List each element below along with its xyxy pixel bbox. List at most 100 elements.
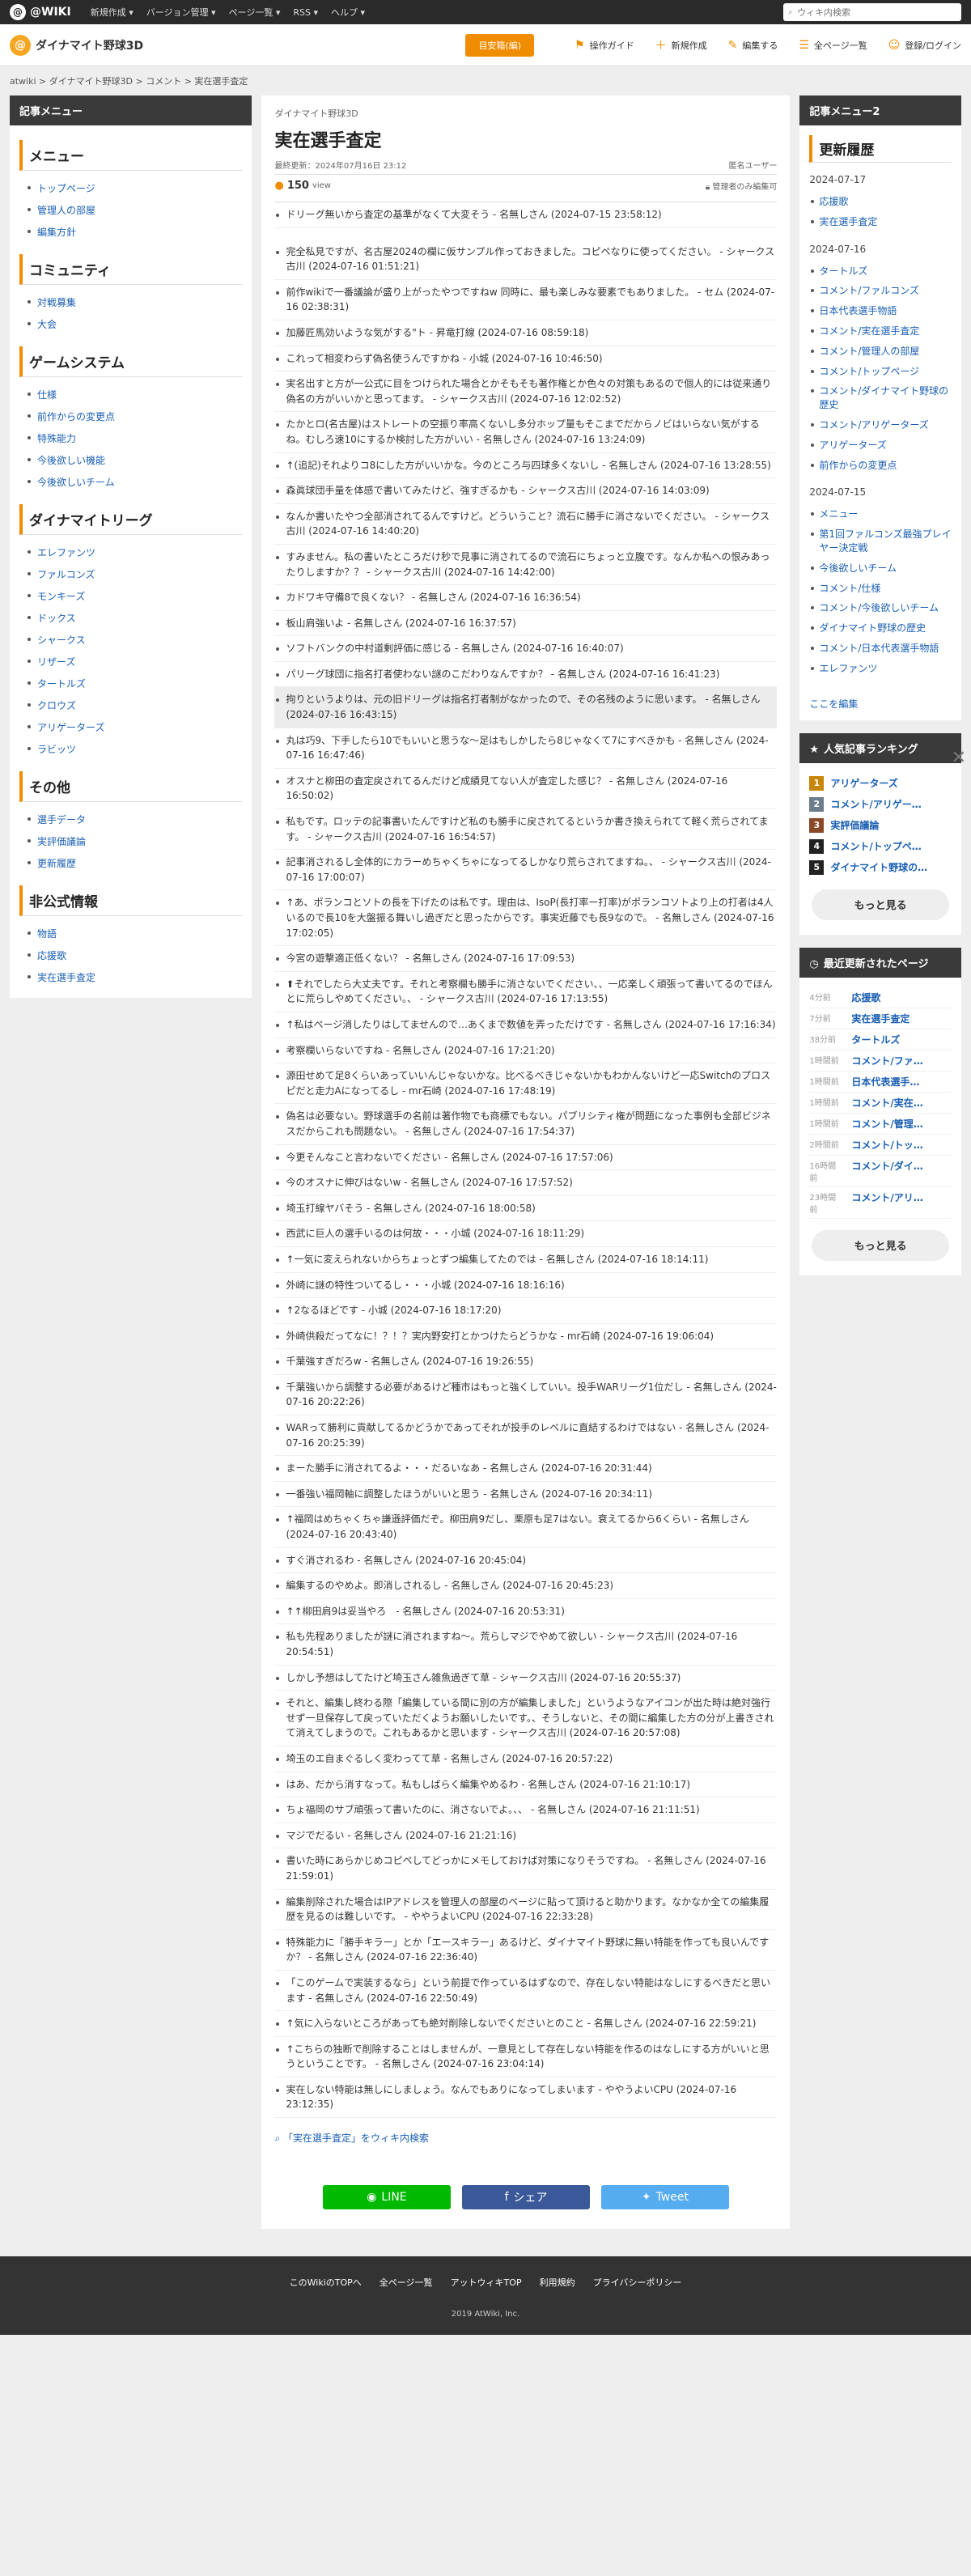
- footer-link[interactable]: アットウィキTOP: [451, 2276, 522, 2289]
- ranking-link[interactable]: ダイナマイト野球の…: [830, 860, 927, 874]
- menu-link[interactable]: シャークス: [37, 634, 86, 646]
- breadcrumb[interactable]: atwiki > ダイナマイト野球3D > コメント > 実在選手査定: [0, 66, 971, 95]
- menu-link[interactable]: 実在選手査定: [37, 972, 95, 983]
- recent-page-link[interactable]: コメント/管理…: [851, 1117, 922, 1131]
- history-link[interactable]: コメント/ダイナマイト野球の歴史: [819, 385, 948, 410]
- recent-item[interactable]: 23時間前 コメント/アリ…: [809, 1187, 952, 1219]
- recent-more-button[interactable]: もっと見る: [812, 1229, 950, 1261]
- recent-page-link[interactable]: 応援歌: [851, 991, 880, 1004]
- tweet-button[interactable]: ✦ Tweet: [600, 2185, 729, 2210]
- ranking-link[interactable]: コメント/トップペ…: [830, 839, 921, 853]
- recent-item[interactable]: 1時間前 コメント/管理…: [809, 1114, 952, 1135]
- atwiki-logo[interactable]: @ @WIKI: [10, 4, 71, 20]
- history-link[interactable]: 日本代表選手物語: [819, 305, 897, 316]
- ranking-item[interactable]: 5 ダイナマイト野球の…: [809, 857, 952, 878]
- history-link[interactable]: コメント/ファルコンズ: [819, 285, 919, 296]
- menu-link[interactable]: トップページ: [37, 183, 95, 194]
- menu-link[interactable]: ファルコンズ: [37, 569, 95, 580]
- recent-item[interactable]: 38分前 タートルズ: [809, 1029, 952, 1050]
- history-link[interactable]: コメント/日本代表選手物語: [819, 643, 939, 654]
- history-link[interactable]: アリゲーターズ: [819, 439, 886, 451]
- menu-link[interactable]: モンキーズ: [37, 591, 85, 602]
- history-link[interactable]: メニュー: [819, 508, 858, 520]
- recent-page-link[interactable]: コメント/ファ…: [851, 1054, 922, 1067]
- recent-page-link[interactable]: コメント/実在…: [851, 1096, 922, 1110]
- footer-link[interactable]: プライバシーポリシー: [593, 2276, 682, 2289]
- menu-link[interactable]: 対戦募集: [37, 297, 76, 308]
- menu-link[interactable]: 前作からの変更点: [37, 411, 115, 422]
- ranking-link[interactable]: アリゲーターズ: [830, 776, 897, 790]
- history-link[interactable]: ダイナマイト野球の歴史: [819, 622, 926, 634]
- ranking-link[interactable]: 実評価議論: [830, 818, 879, 832]
- ranking-more-button[interactable]: もっと見る: [812, 889, 950, 920]
- history-link[interactable]: コメント/アリゲーターズ: [819, 419, 928, 431]
- history-link[interactable]: コメント/トップページ: [819, 366, 919, 377]
- menu-link[interactable]: アリゲーターズ: [37, 722, 104, 733]
- recent-item[interactable]: 1時間前 日本代表選手…: [809, 1072, 952, 1093]
- menu-link[interactable]: ラビッツ: [37, 744, 76, 755]
- history-link[interactable]: 今後欲しいチーム: [819, 562, 897, 574]
- footer-link[interactable]: 全ページ一覧: [379, 2276, 433, 2289]
- recent-page-link[interactable]: コメント/トッ…: [851, 1138, 922, 1152]
- login-button[interactable]: ☺ 登録/ログイン: [888, 39, 961, 52]
- menu-link[interactable]: タートルズ: [37, 678, 86, 690]
- history-link[interactable]: コメント/仕様: [819, 583, 880, 594]
- menu-link[interactable]: 管理人の部屋: [37, 205, 95, 216]
- all-pages-button[interactable]: ☰ 全ページ一覧: [799, 39, 867, 52]
- footer-link[interactable]: 利用規約: [540, 2276, 575, 2289]
- recent-item[interactable]: 7分前 実在選手査定: [809, 1008, 952, 1029]
- recent-item[interactable]: 1時間前 コメント/ファ…: [809, 1050, 952, 1072]
- topnav-version[interactable]: バージョン管理 ▾: [146, 6, 216, 19]
- topnav-pages[interactable]: ページ一覧 ▾: [229, 6, 281, 19]
- edit-button[interactable]: ✎ 編集する: [728, 39, 778, 52]
- menu-link[interactable]: 選手データ: [37, 814, 86, 825]
- recent-page-link[interactable]: コメント/アリ…: [851, 1190, 922, 1215]
- new-page-button[interactable]: ＋新規作成: [655, 37, 707, 53]
- ranking-item[interactable]: 3 実評価議論: [809, 815, 952, 836]
- wiki-search-link[interactable]: ⌕ 「実在選手査定」をウィキ内検索: [274, 2131, 777, 2145]
- recent-page-link[interactable]: 実在選手査定: [851, 1012, 910, 1025]
- menu-link[interactable]: 物語: [37, 928, 57, 940]
- menu-link[interactable]: リザーズ: [37, 656, 75, 668]
- topnav-rss[interactable]: RSS ▾: [293, 7, 318, 18]
- search-input[interactable]: [797, 6, 943, 18]
- recent-item[interactable]: 4分前 応援歌: [809, 987, 952, 1008]
- recent-page-link[interactable]: コメント/ダイ…: [851, 1159, 922, 1183]
- ranking-item[interactable]: 4 コメント/トップペ…: [809, 836, 952, 857]
- menu-link[interactable]: 仕様: [37, 389, 57, 401]
- close-icon[interactable]: ✕: [952, 748, 966, 768]
- edit-here-link[interactable]: ここを編集: [809, 698, 858, 710]
- history-link[interactable]: タートルズ: [819, 265, 867, 277]
- menu-link[interactable]: 今後欲しいチーム: [37, 477, 115, 488]
- footer-link[interactable]: このWikiのTOPへ: [290, 2276, 362, 2289]
- menu-link[interactable]: 実評価議論: [37, 836, 86, 847]
- history-link[interactable]: 実在選手査定: [819, 216, 877, 227]
- suggestion-box-button[interactable]: 目安箱(編): [465, 33, 535, 57]
- history-link[interactable]: エレファンツ: [819, 663, 877, 674]
- history-link[interactable]: コメント/管理人の部屋: [819, 346, 919, 357]
- guide-button[interactable]: ⚑ 操作ガイド: [575, 39, 634, 52]
- recent-item[interactable]: 2時間前 コメント/トッ…: [809, 1135, 952, 1156]
- history-link[interactable]: コメント/今後欲しいチーム: [819, 602, 939, 613]
- menu-link[interactable]: 特殊能力: [37, 433, 76, 444]
- history-link[interactable]: 前作からの変更点: [819, 460, 897, 471]
- ranking-item[interactable]: 2 コメント/アリゲー…: [809, 794, 952, 815]
- topnav-new[interactable]: 新規作成 ▾: [91, 6, 134, 19]
- menu-link[interactable]: クロウズ: [37, 700, 76, 711]
- menu-link[interactable]: 大会: [37, 319, 57, 330]
- site-brand[interactable]: @ ダイナマイト野球3D: [10, 34, 143, 56]
- line-share-button[interactable]: ◉ LINE: [322, 2185, 451, 2210]
- menu-link[interactable]: エレファンツ: [37, 547, 95, 558]
- ranking-link[interactable]: コメント/アリゲー…: [830, 797, 921, 811]
- topnav-help[interactable]: ヘルプ ▾: [331, 6, 365, 19]
- menu-link[interactable]: 編集方針: [37, 227, 76, 238]
- recent-item[interactable]: 16時間前 コメント/ダイ…: [809, 1156, 952, 1187]
- recent-item[interactable]: 1時間前 コメント/実在…: [809, 1093, 952, 1114]
- facebook-share-button[interactable]: f シェア: [461, 2185, 590, 2210]
- recent-page-link[interactable]: 日本代表選手…: [851, 1075, 919, 1089]
- menu-link[interactable]: 今後欲しい機能: [37, 455, 105, 466]
- ranking-item[interactable]: 1 アリゲーターズ: [809, 773, 952, 794]
- menu-link[interactable]: 更新履歴: [37, 858, 76, 869]
- history-link[interactable]: 第1回ファルコンズ最強プレイヤー決定戦: [819, 528, 951, 554]
- recent-page-link[interactable]: タートルズ: [851, 1033, 900, 1046]
